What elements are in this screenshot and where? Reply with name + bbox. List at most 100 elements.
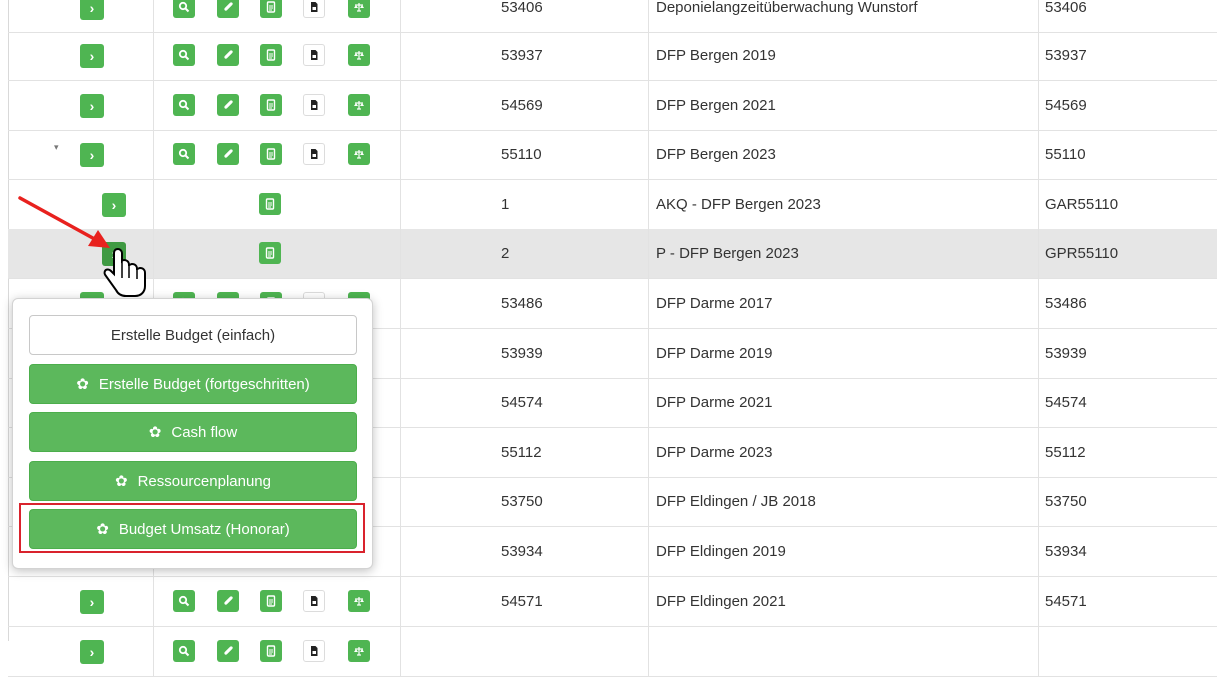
pdf-button[interactable] xyxy=(303,590,325,612)
project-code: 55110 xyxy=(1045,146,1086,163)
search-button[interactable] xyxy=(173,640,195,662)
column-divider xyxy=(153,0,154,32)
document-button[interactable] xyxy=(260,44,282,66)
table-row: › ▾ 55110 DFP Bergen 2023 55110 xyxy=(8,130,1217,180)
balance-button[interactable] xyxy=(348,94,370,116)
expand-button[interactable]: › xyxy=(80,640,104,664)
attach-button[interactable] xyxy=(217,0,239,18)
table-row: › xyxy=(8,627,1217,677)
balance-button[interactable] xyxy=(348,143,370,165)
pdf-button[interactable] xyxy=(303,44,325,66)
search-button[interactable] xyxy=(173,590,195,612)
pdf-button[interactable] xyxy=(303,143,325,165)
chevron-right-icon: › xyxy=(89,48,95,64)
search-icon xyxy=(178,1,190,13)
project-code: 54574 xyxy=(1045,394,1087,411)
document-button[interactable] xyxy=(260,640,282,662)
project-name: DFP Eldingen / JB 2018 xyxy=(656,493,816,510)
project-number: 53750 xyxy=(501,493,543,510)
column-divider xyxy=(1038,81,1039,130)
balance-icon xyxy=(353,148,365,160)
column-divider xyxy=(400,527,401,576)
pdf-button[interactable] xyxy=(303,0,325,18)
attach-button[interactable] xyxy=(217,94,239,116)
collapse-caret-icon[interactable]: ▾ xyxy=(54,142,59,153)
document-icon xyxy=(265,595,277,607)
red-arrow-icon xyxy=(18,196,110,248)
project-name: DFP Darme 2021 xyxy=(656,394,773,411)
document-icon xyxy=(265,148,277,160)
attach-button[interactable] xyxy=(217,640,239,662)
project-number: 53937 xyxy=(501,47,543,64)
column-divider xyxy=(1038,577,1039,626)
project-code: 53939 xyxy=(1045,345,1087,362)
menu-item-label: Ressourcenplanung xyxy=(137,472,271,490)
expand-button[interactable]: › xyxy=(80,0,104,20)
file-lock-icon xyxy=(308,595,320,607)
search-button[interactable] xyxy=(173,94,195,116)
search-icon xyxy=(178,99,190,111)
project-number: 54569 xyxy=(501,97,543,114)
document-button[interactable] xyxy=(260,0,282,18)
search-button[interactable] xyxy=(173,44,195,66)
document-icon xyxy=(264,247,276,259)
document-button[interactable] xyxy=(260,143,282,165)
balance-icon xyxy=(353,99,365,111)
project-code: 53937 xyxy=(1045,47,1087,64)
column-divider xyxy=(400,31,401,80)
project-name: DFP Bergen 2019 xyxy=(656,47,776,64)
attach-button[interactable] xyxy=(217,143,239,165)
context-popup-menu: Erstelle Budget (einfach) ✿ Erstelle Bud… xyxy=(12,298,373,569)
document-button[interactable] xyxy=(259,242,281,264)
project-number: 53939 xyxy=(501,345,543,362)
project-number: 55110 xyxy=(501,146,542,163)
search-button[interactable] xyxy=(173,143,195,165)
menu-item-label: Erstelle Budget (einfach) xyxy=(110,326,276,344)
paperclip-icon xyxy=(222,645,234,657)
project-name: DFP Eldingen 2019 xyxy=(656,543,786,560)
resource-planning-button[interactable]: ✿ Ressourcenplanung xyxy=(29,461,357,501)
project-name: DFP Darme 2019 xyxy=(656,345,773,362)
pdf-button[interactable] xyxy=(303,94,325,116)
project-code: GAR55110 xyxy=(1045,196,1119,213)
file-lock-icon xyxy=(308,49,320,61)
column-divider xyxy=(400,279,401,328)
expand-button[interactable]: › xyxy=(80,143,104,167)
table-row: › 53406 Deponielangzeitüberwachung Wunstor… xyxy=(8,0,1217,33)
project-number: 1 xyxy=(501,196,510,213)
balance-button[interactable] xyxy=(348,640,370,662)
column-divider xyxy=(400,477,401,526)
create-budget-advanced-button[interactable]: ✿ Erstelle Budget (fortgeschritten) xyxy=(29,364,357,404)
search-button[interactable] xyxy=(173,0,195,18)
paperclip-icon xyxy=(222,595,234,607)
balance-button[interactable] xyxy=(348,590,370,612)
document-button[interactable] xyxy=(260,590,282,612)
document-button[interactable] xyxy=(259,193,281,215)
pdf-button[interactable] xyxy=(303,640,325,662)
column-divider xyxy=(648,428,649,477)
column-divider xyxy=(648,130,649,179)
file-lock-icon xyxy=(308,1,320,13)
project-name: DFP Eldingen 2021 xyxy=(656,593,786,610)
document-button[interactable] xyxy=(260,94,282,116)
column-divider xyxy=(400,0,401,32)
column-divider xyxy=(400,130,401,179)
project-code: 55112 xyxy=(1045,444,1086,461)
balance-button[interactable] xyxy=(348,44,370,66)
paperclip-icon xyxy=(222,1,234,13)
expand-button[interactable]: › xyxy=(80,94,104,118)
attach-button[interactable] xyxy=(217,44,239,66)
column-divider xyxy=(400,81,401,130)
expand-button[interactable]: › xyxy=(80,44,104,68)
balance-button[interactable] xyxy=(348,0,370,18)
create-budget-simple-button[interactable]: Erstelle Budget (einfach) xyxy=(29,315,357,355)
balance-icon xyxy=(353,645,365,657)
balance-icon xyxy=(353,49,365,61)
attach-button[interactable] xyxy=(217,590,239,612)
menu-item-label: Erstelle Budget (fortgeschritten) xyxy=(98,375,310,393)
cash-flow-button[interactable]: ✿ Cash flow xyxy=(29,412,357,452)
column-divider xyxy=(153,229,154,278)
column-divider xyxy=(400,378,401,427)
expand-button[interactable]: › xyxy=(80,590,104,614)
file-lock-icon xyxy=(308,99,320,111)
